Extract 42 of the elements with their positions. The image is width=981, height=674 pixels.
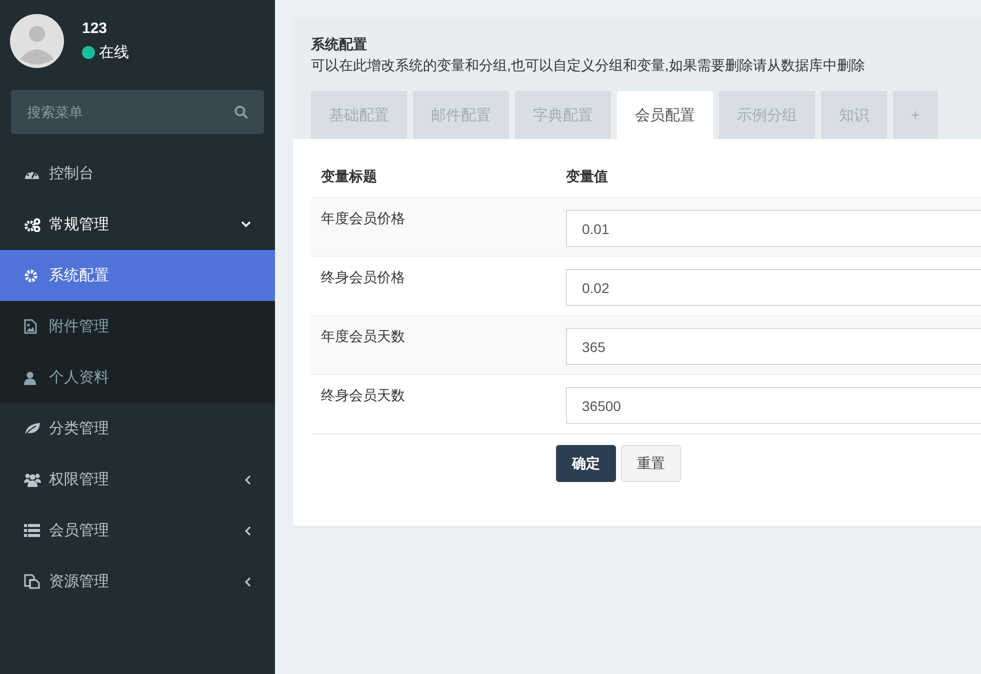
chevron-down-icon [241,221,251,228]
submenu-item[interactable]: 附件管理 [0,301,275,352]
submenu-item[interactable]: 系统配置 [0,250,275,301]
menu-item[interactable]: 权限管理 [0,454,275,505]
gear-icon [24,268,38,282]
status-label: 在线 [99,43,129,62]
copy-icon [24,574,40,589]
image-file-icon [24,319,37,334]
value-field[interactable]: 365 [566,328,981,365]
chevron-left-icon [244,526,251,536]
variable-title: 终身会员天数 [320,386,406,405]
tab[interactable]: 会员配置 [617,91,713,139]
menu-item[interactable]: 控制台 [0,148,275,199]
leaf-icon [24,422,41,436]
column-header: 变量值 [566,168,609,186]
value-field[interactable]: 0.01 [566,210,981,247]
panel-description: 可以在此增改系统的变量和分组,也可以自定义分组和变量,如果需要删除请从数据库中删除 [311,57,866,75]
avatar-icon [10,14,64,68]
reset-button[interactable]: 重置 [621,445,681,482]
user-icon [24,370,36,384]
gears-icon [24,218,41,232]
search-icon[interactable] [234,105,248,119]
column-header: 变量标题 [320,168,378,186]
list-icon [24,524,40,537]
user-name: 123 [82,20,108,37]
chevron-left-icon [244,576,251,586]
search-field[interactable]: 搜索菜单 [11,90,264,134]
menu-item[interactable]: 常规管理 [0,199,275,250]
users-icon [24,472,41,486]
value-field[interactable]: 0.02 [566,269,981,306]
menu-item[interactable]: 会员管理 [0,505,275,556]
variable-title: 年度会员天数 [320,327,406,346]
variable-title: 终身会员价格 [320,268,406,287]
variable-title: 年度会员价格 [320,209,406,228]
menu-item[interactable]: 分类管理 [0,403,275,454]
status-dot [82,46,95,59]
value-field[interactable]: 36500 [566,387,981,424]
menu-item[interactable]: 资源管理 [0,556,275,607]
chevron-left-icon [244,474,251,484]
confirm-button[interactable]: 确定 [556,445,616,482]
panel-title: 系统配置 [311,36,368,54]
submenu-item[interactable]: 个人资料 [0,352,275,403]
